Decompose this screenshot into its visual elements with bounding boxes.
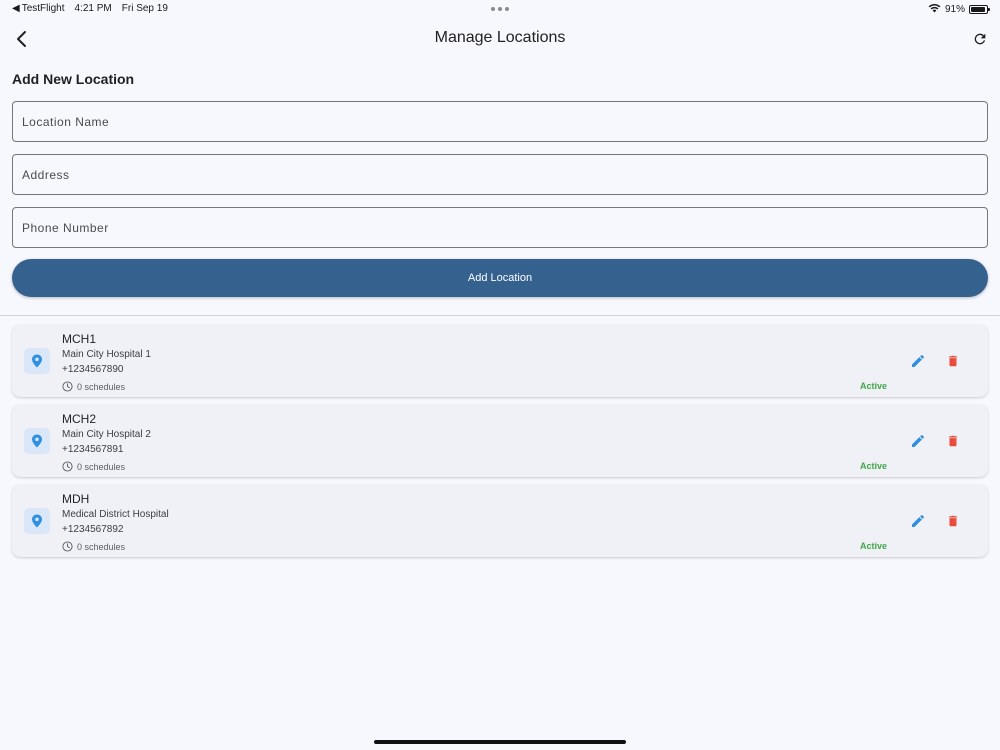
location-name: MCH1 — [62, 332, 97, 346]
location-phone: +1234567891 — [62, 444, 124, 455]
divider — [0, 315, 1000, 316]
add-location-button[interactable]: Add Location — [12, 259, 988, 297]
location-name: MDH — [62, 492, 90, 506]
trash-icon — [948, 435, 958, 447]
schedule-count-label: 0 schedules — [77, 541, 126, 552]
schedule-count: 0 schedules — [62, 461, 125, 472]
pencil-icon — [912, 514, 925, 527]
status-bar: ◀ TestFlight 4:21 PM Fri Sep 19 91% — [0, 0, 1000, 18]
location-card[interactable]: MCH2 Main City Hospital 2 +1234567891 0 … — [12, 404, 988, 477]
battery-percent: 91% — [944, 4, 965, 15]
schedule-count-label: 0 schedules — [77, 461, 126, 472]
clock-icon — [62, 381, 73, 392]
location-pin-icon — [24, 428, 50, 454]
pencil-icon — [912, 354, 925, 367]
schedule-count: 0 schedules — [62, 381, 125, 392]
phone-number-input[interactable] — [12, 207, 988, 248]
location-name-input[interactable] — [12, 101, 988, 142]
location-phone: +1234567892 — [62, 524, 124, 535]
location-address: Main City Hospital 2 — [62, 429, 151, 440]
address-input[interactable] — [12, 154, 988, 195]
edit-button[interactable] — [907, 510, 929, 532]
back-triangle-icon: ◀ — [12, 3, 20, 14]
status-left: ◀ TestFlight 4:21 PM Fri Sep 19 — [12, 3, 168, 14]
app-bar: Manage Locations — [0, 24, 1000, 54]
refresh-button[interactable] — [968, 27, 992, 51]
location-card[interactable]: MCH1 Main City Hospital 1 +1234567890 0 … — [12, 324, 988, 397]
location-card[interactable]: MDH Medical District Hospital +123456789… — [12, 484, 988, 557]
status-right: 91% — [928, 3, 990, 16]
status-date: Fri Sep 19 — [121, 3, 168, 14]
edit-button[interactable] — [907, 430, 929, 452]
trash-icon — [948, 515, 958, 527]
location-address: Main City Hospital 1 — [62, 349, 151, 360]
clock-icon — [62, 541, 73, 552]
edit-button[interactable] — [907, 350, 929, 372]
location-address: Medical District Hospital — [62, 509, 169, 520]
location-pin-icon — [24, 508, 50, 534]
page-title: Manage Locations — [434, 29, 566, 46]
back-to-app-link[interactable]: ◀ TestFlight — [12, 3, 65, 14]
delete-button[interactable] — [942, 430, 964, 452]
delete-button[interactable] — [942, 510, 964, 532]
status-badge: Active — [860, 541, 888, 551]
home-indicator[interactable] — [374, 740, 626, 744]
back-app-label: TestFlight — [21, 3, 65, 14]
wifi-icon — [928, 3, 941, 16]
status-time: 4:21 PM — [74, 3, 112, 14]
battery-fill — [971, 7, 985, 12]
location-pin-icon — [24, 348, 50, 374]
trash-icon — [948, 355, 958, 367]
add-location-heading: Add New Location — [12, 71, 135, 87]
refresh-icon — [974, 33, 986, 45]
multitasking-dots-icon[interactable] — [491, 7, 509, 11]
schedule-count: 0 schedules — [62, 541, 125, 552]
pencil-icon — [912, 434, 925, 447]
delete-button[interactable] — [942, 350, 964, 372]
schedule-count-label: 0 schedules — [77, 381, 126, 392]
status-badge: Active — [860, 461, 888, 471]
location-phone: +1234567890 — [62, 364, 124, 375]
status-badge: Active — [860, 381, 888, 391]
location-name: MCH2 — [62, 412, 97, 426]
clock-icon — [62, 461, 73, 472]
battery-icon — [969, 5, 990, 14]
